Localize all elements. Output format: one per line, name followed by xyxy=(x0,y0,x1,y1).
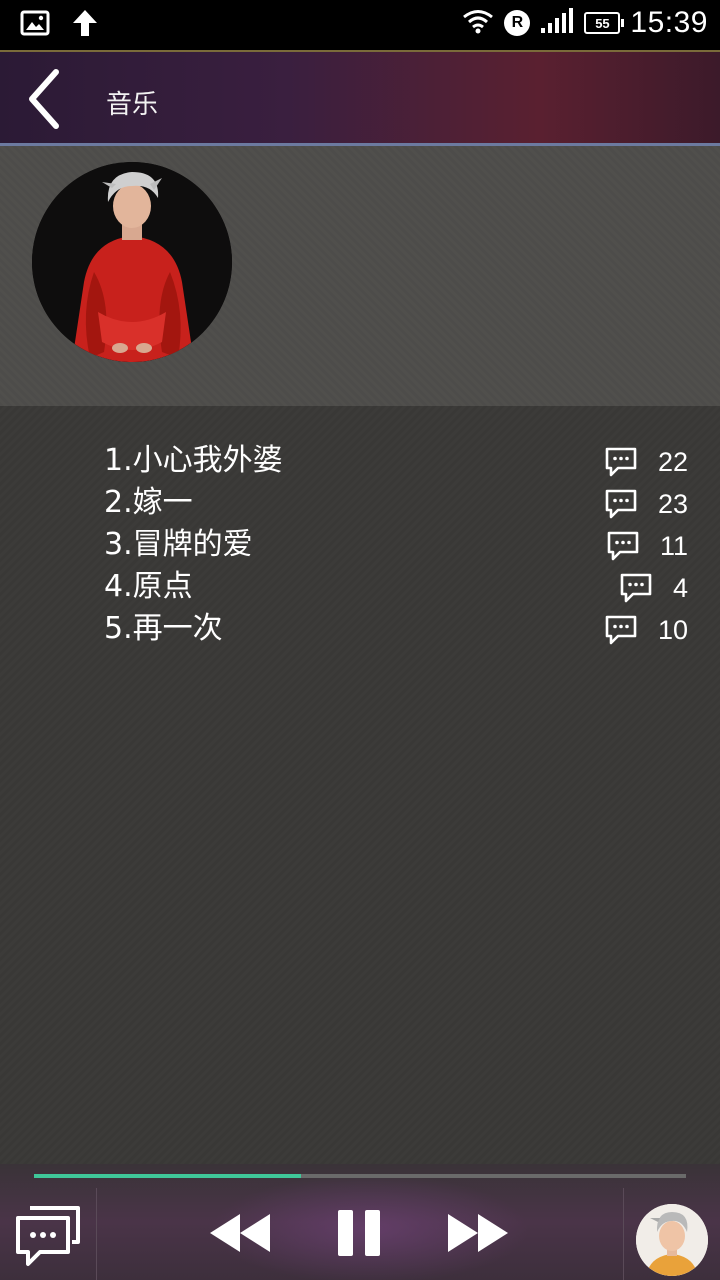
comment-group[interactable]: 23 xyxy=(604,486,688,522)
song-title: 1.小心我外婆 xyxy=(104,443,283,478)
comment-icon xyxy=(604,614,638,646)
divider xyxy=(623,1188,624,1280)
progress-fill xyxy=(34,1174,302,1178)
progress-bar[interactable] xyxy=(34,1174,686,1178)
roaming-badge: R xyxy=(504,10,531,36)
comment-group[interactable]: 10 xyxy=(604,612,688,648)
now-playing-avatar[interactable] xyxy=(636,1204,708,1276)
list-item[interactable]: 4.原点 4 xyxy=(0,566,720,608)
wifi-icon xyxy=(462,8,494,38)
fast-forward-icon[interactable] xyxy=(446,1208,510,1258)
comment-group[interactable]: 11 xyxy=(606,528,688,564)
rewind-icon[interactable] xyxy=(208,1208,272,1258)
status-bar: R 55 15:39 xyxy=(0,0,720,50)
player-bar xyxy=(0,1164,720,1280)
comment-count: 10 xyxy=(657,614,688,645)
image-notification-icon xyxy=(20,10,50,40)
comment-icon xyxy=(604,488,638,520)
clock: 15:39 xyxy=(630,6,708,39)
song-title: 2.嫁一 xyxy=(104,485,193,520)
app-header: 音乐 xyxy=(0,50,720,146)
back-chevron-icon[interactable] xyxy=(22,66,70,132)
artist-avatar[interactable] xyxy=(32,162,232,362)
page-title: 音乐 xyxy=(106,90,159,120)
signal-icon xyxy=(540,8,574,38)
comment-count: 4 xyxy=(672,572,688,603)
artist-hero xyxy=(0,146,720,406)
battery-icon: 55 xyxy=(584,12,625,34)
comment-count: 23 xyxy=(657,488,688,519)
upload-arrow-icon xyxy=(72,9,98,41)
list-item[interactable]: 2.嫁一 23 xyxy=(0,482,720,524)
list-item[interactable]: 3.冒牌的爱 11 xyxy=(0,524,720,566)
song-list: 1.小心我外婆 22 2.嫁一 23 3.冒牌的爱 11 4.原点 4 5.再一… xyxy=(0,406,720,1164)
song-title: 3.冒牌的爱 xyxy=(104,527,253,562)
comment-group[interactable]: 4 xyxy=(619,570,688,606)
comment-icon xyxy=(619,572,653,604)
pause-icon[interactable] xyxy=(336,1208,384,1258)
list-item[interactable]: 1.小心我外婆 22 xyxy=(0,440,720,482)
song-title: 4.原点 xyxy=(104,569,193,604)
list-item[interactable]: 5.再一次 10 xyxy=(0,608,720,650)
comment-count: 11 xyxy=(659,530,688,561)
chat-icon[interactable] xyxy=(14,1202,82,1268)
comment-count: 22 xyxy=(657,446,688,477)
comment-group[interactable]: 22 xyxy=(604,444,688,480)
comment-icon xyxy=(606,530,640,562)
comment-icon xyxy=(604,446,638,478)
song-title: 5.再一次 xyxy=(104,611,223,646)
divider xyxy=(96,1188,97,1280)
